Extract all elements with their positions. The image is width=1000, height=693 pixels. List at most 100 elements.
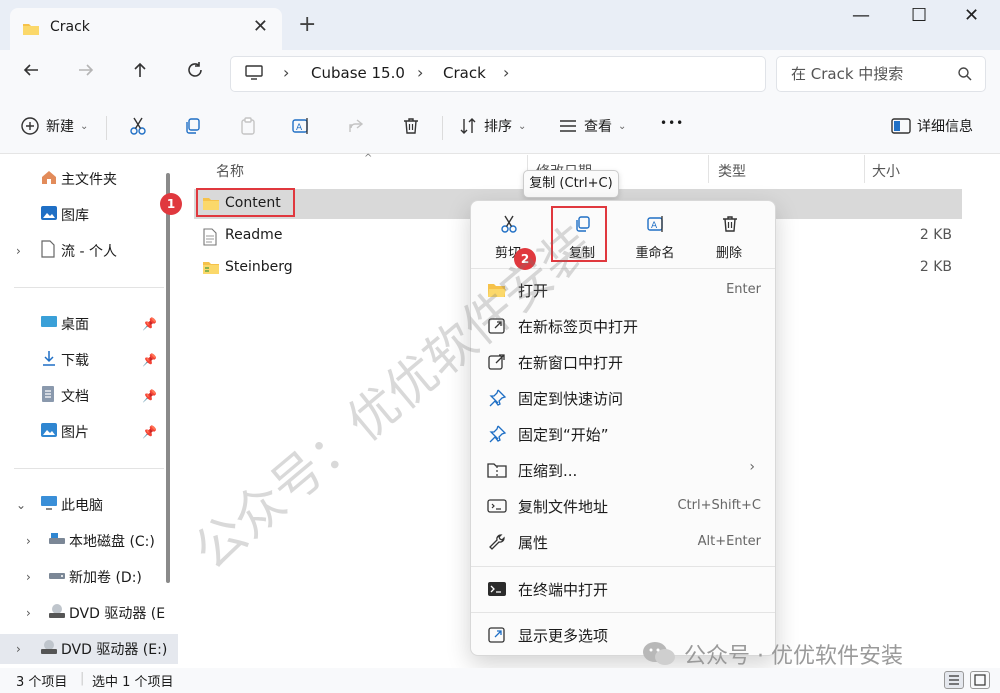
paste-button[interactable]: [238, 116, 258, 136]
address-bar[interactable]: › Cubase 15.0 › Crack ›: [230, 56, 766, 92]
chevron-down-icon[interactable]: ⌄: [16, 498, 26, 512]
plus-circle-icon: [21, 117, 39, 135]
pin-icon[interactable]: 📌: [142, 389, 157, 403]
sidebar-scrollbar[interactable]: [166, 173, 170, 583]
menu-item-pin-quick-access[interactable]: 固定到快速访问: [477, 381, 769, 415]
sidebar-item-onedrive[interactable]: › 流 - 个人: [0, 236, 170, 266]
column-divider[interactable]: [864, 155, 865, 183]
scissors-icon: [130, 117, 146, 135]
pin-icon[interactable]: 📌: [142, 353, 157, 367]
sidebar-divider: [14, 468, 164, 469]
chevron-down-icon: ⌄: [618, 120, 627, 132]
context-delete-button[interactable]: 删除: [696, 207, 762, 265]
back-button[interactable]: [22, 60, 40, 84]
breadcrumb-cubase[interactable]: Cubase 15.0: [311, 64, 405, 82]
search-box[interactable]: [776, 56, 986, 92]
more-icon: •••: [660, 116, 685, 130]
menu-item-copy-path[interactable]: 复制文件地址 Ctrl+Shift+C: [477, 489, 769, 523]
menu-divider: [471, 566, 775, 567]
chevron-right-icon[interactable]: ›: [26, 606, 31, 620]
menu-item-properties[interactable]: 属性 Alt+Enter: [477, 525, 769, 559]
column-header-size[interactable]: 大小: [872, 161, 900, 181]
trash-icon: [404, 118, 418, 134]
text-file-icon: [202, 228, 218, 250]
chevron-right-icon[interactable]: ›: [16, 244, 21, 258]
svg-text:A: A: [651, 221, 658, 231]
menu-item-open-new-window[interactable]: 在新窗口中打开: [477, 345, 769, 379]
pin-icon: [487, 389, 507, 411]
search-icon[interactable]: [957, 66, 973, 86]
rename-button[interactable]: A: [291, 116, 311, 136]
status-bar: 3 个项目 | 选中 1 个项目: [0, 668, 1000, 693]
minimize-button[interactable]: —: [852, 5, 870, 26]
chevron-right-icon[interactable]: ›: [503, 63, 509, 82]
refresh-button[interactable]: [186, 60, 204, 84]
thumbnail-view-button[interactable]: [970, 671, 990, 689]
toolbar-divider: [442, 116, 443, 140]
close-icon[interactable]: ✕: [253, 16, 268, 37]
details-label: 详细信息: [917, 119, 973, 135]
forward-button[interactable]: [77, 60, 95, 84]
column-header-name[interactable]: 名称: [216, 161, 244, 181]
view-button[interactable]: 查看 ⌄: [558, 116, 626, 136]
sidebar-item-gallery[interactable]: 图库: [0, 200, 170, 230]
view-label: 查看: [584, 119, 612, 135]
context-rename-button[interactable]: A 重命名: [622, 207, 688, 265]
menu-divider: [471, 612, 775, 613]
new-button[interactable]: 新建 ⌄: [20, 116, 88, 136]
chevron-right-icon[interactable]: ›: [16, 642, 21, 656]
more-options-button[interactable]: •••: [660, 116, 684, 130]
sidebar-item-label: DVD 驱动器 (E:): [61, 642, 168, 658]
sidebar-item-documents[interactable]: 文档 📌: [0, 381, 170, 411]
menu-item-pin-start[interactable]: 固定到“开始”: [477, 417, 769, 451]
new-tab-button[interactable]: +: [298, 12, 316, 37]
tab-crack[interactable]: Crack ✕: [10, 8, 282, 50]
menu-item-compress[interactable]: 压缩到... ›: [477, 453, 769, 487]
column-header-type[interactable]: 类型: [718, 161, 746, 181]
maximize-button[interactable]: ☐: [911, 5, 927, 26]
sidebar-item-this-pc[interactable]: ⌄ 此电脑: [0, 490, 170, 520]
sort-button[interactable]: 排序 ⌄: [458, 116, 526, 136]
chevron-right-icon[interactable]: ›: [26, 534, 31, 548]
copy-path-icon: [487, 497, 507, 519]
sidebar-item-home[interactable]: 主文件夹: [0, 164, 170, 194]
column-divider[interactable]: [708, 155, 709, 183]
sidebar-item-pictures[interactable]: 图片 📌: [0, 417, 170, 447]
highlight-content-folder: [196, 188, 295, 217]
sidebar-item-drive-c[interactable]: › 本地磁盘 (C:): [0, 526, 170, 556]
brand-text: 公众号 · 优优软件安装: [684, 644, 903, 669]
sidebar-item-drive-d[interactable]: › 新加卷 (D:): [0, 562, 170, 592]
close-window-button[interactable]: ✕: [964, 5, 979, 26]
details-button[interactable]: 详细信息: [891, 116, 973, 136]
search-input[interactable]: [791, 65, 951, 83]
shortcut-label: Alt+Enter: [697, 534, 761, 549]
navigation-pane: 主文件夹 图库 › 流 - 个人 桌面 📌 下载 📌 文档 📌 图片 📌 ⌄ 此…: [0, 155, 178, 668]
show-more-icon: [487, 626, 507, 648]
chevron-down-icon: ⌄: [518, 120, 527, 132]
up-button[interactable]: [131, 60, 149, 84]
cut-button[interactable]: [128, 116, 148, 136]
quick-action-label: 删除: [715, 246, 742, 261]
details-view-button[interactable]: [944, 671, 964, 689]
copy-button[interactable]: [183, 116, 203, 136]
sidebar-item-desktop[interactable]: 桌面 📌: [0, 309, 170, 339]
menu-item-label: 属性: [518, 534, 549, 552]
address-row: › Cubase 15.0 › Crack ›: [0, 50, 1000, 102]
pin-icon[interactable]: 📌: [142, 317, 157, 331]
delete-button[interactable]: [401, 116, 421, 136]
share-button[interactable]: [346, 116, 366, 136]
breadcrumb-crack[interactable]: Crack: [443, 64, 486, 82]
dvd-icon: [48, 603, 66, 623]
pin-icon[interactable]: 📌: [142, 425, 157, 439]
menu-item-label: 压缩到...: [518, 462, 578, 480]
menu-item-label: 显示更多选项: [518, 627, 609, 645]
sort-ascending-icon: ^: [364, 153, 373, 164]
sidebar-item-dvd-e[interactable]: › DVD 驱动器 (E:): [0, 634, 178, 664]
sidebar-item-dvd-e-sub[interactable]: › DVD 驱动器 (E: [0, 598, 170, 628]
sidebar-item-downloads[interactable]: 下载 📌: [0, 345, 170, 375]
pictures-icon: [40, 421, 58, 443]
view-list-icon: [560, 120, 576, 132]
command-bar: 新建 ⌄ A 排序 ⌄ 查看 ⌄ ••• 详细信息: [0, 102, 1000, 154]
menu-item-open-terminal[interactable]: 在终端中打开: [477, 572, 769, 606]
chevron-right-icon[interactable]: ›: [26, 570, 31, 584]
